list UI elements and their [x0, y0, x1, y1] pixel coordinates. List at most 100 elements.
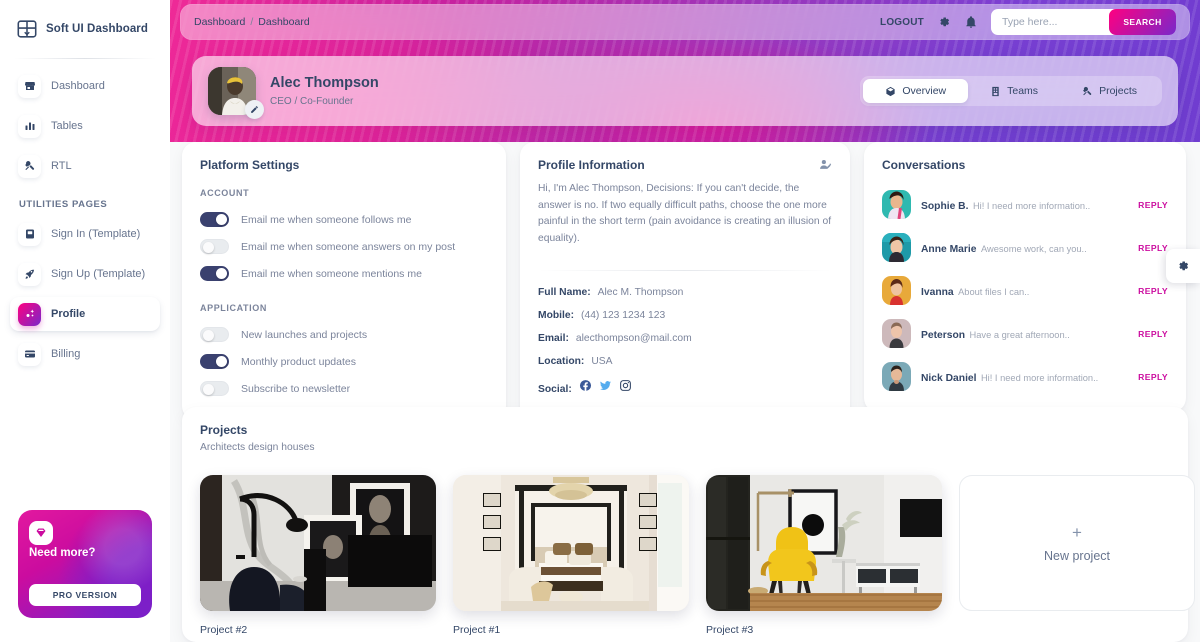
conversation-name: Nick Daniel: [921, 372, 977, 384]
sidebar-item-billing[interactable]: Billing: [10, 337, 160, 371]
reply-button[interactable]: REPLY: [1138, 243, 1168, 253]
conversation-text: Nick Daniel Hi! I need more information.…: [921, 368, 1098, 386]
avatar-sophie: [882, 190, 911, 219]
tab-overview[interactable]: Overview: [863, 79, 969, 103]
reply-button[interactable]: REPLY: [1138, 329, 1168, 339]
tab-teams[interactable]: Teams: [968, 79, 1060, 103]
toggle-monthly-updates[interactable]: [200, 354, 229, 369]
setting-row: Monthly product updates: [200, 348, 488, 375]
search-box[interactable]: SEARCH: [991, 9, 1176, 35]
list-item[interactable]: Peterson Have a great afternoon.. REPLY: [882, 312, 1168, 355]
tab-projects[interactable]: Projects: [1060, 79, 1159, 103]
avatar[interactable]: [208, 67, 264, 119]
gear-icon[interactable]: [937, 15, 951, 29]
floating-settings-button[interactable]: [1166, 249, 1200, 283]
profile-tabs: Overview Teams Projects: [860, 76, 1162, 106]
project-card[interactable]: Project #2: [200, 475, 436, 636]
conversation-text: Sophie B. Hi! I need more information..: [921, 196, 1090, 214]
pro-version-button[interactable]: PRO VERSION: [29, 584, 141, 606]
edit-user-icon[interactable]: [819, 158, 832, 171]
new-project-card[interactable]: + New project: [959, 475, 1195, 636]
sidebar-nav: Dashboard Tables RTL UTILITIES PAGES Sig…: [0, 69, 170, 371]
sidebar-item-sign-up[interactable]: Sign Up (Template): [10, 257, 160, 291]
tools-icon: [1083, 86, 1092, 95]
profile-description: Hi, I'm Alec Thompson, Decisions: If you…: [538, 183, 832, 245]
conversation-name: Sophie B.: [921, 200, 969, 212]
list-item[interactable]: Nick Daniel Hi! I need more information.…: [882, 355, 1168, 398]
topbar-actions: LOGOUT SEARCH: [880, 9, 1176, 35]
sidebar-item-profile[interactable]: Profile: [10, 297, 160, 331]
conversation-name: Ivanna: [921, 286, 954, 298]
toggle-answers-post[interactable]: [200, 239, 229, 254]
setting-row: New launches and projects: [200, 321, 488, 348]
sidebar-item-billing-label: Billing: [51, 348, 81, 360]
reply-button[interactable]: REPLY: [1138, 372, 1168, 382]
info-value: USA: [591, 355, 613, 367]
list-item[interactable]: Sophie B. Hi! I need more information.. …: [882, 183, 1168, 226]
sidebar-item-tables[interactable]: Tables: [10, 109, 160, 143]
sidebar-item-rtl-label: RTL: [51, 160, 72, 172]
conversation-name: Peterson: [921, 329, 966, 341]
diamond-icon: [29, 521, 53, 545]
plus-icon: +: [1072, 522, 1082, 542]
projects-card: Projects Architects design houses Projec…: [182, 407, 1195, 642]
toggle-follows-me[interactable]: [200, 212, 229, 227]
profile-identity: Alec Thompson CEO / Co-Founder: [270, 75, 379, 106]
toggle-newsletter[interactable]: [200, 381, 229, 396]
info-row-email: Email: alecthompson@mail.com: [538, 333, 832, 344]
project-card[interactable]: Project #3: [706, 475, 942, 636]
logout-button[interactable]: LOGOUT: [880, 17, 924, 28]
tab-overview-label: Overview: [902, 85, 947, 97]
conversation-name: Anne Marie: [921, 243, 977, 255]
projects-grid: Project #2 Project #1 Project #3 + New p…: [200, 475, 1195, 636]
facebook-icon[interactable]: [579, 379, 592, 392]
breadcrumb-parent[interactable]: Dashboard: [194, 16, 245, 28]
twitter-icon[interactable]: [599, 379, 612, 392]
toggle-monthly-updates-label: Monthly product updates: [241, 355, 356, 368]
brand-name: Soft UI Dashboard: [46, 23, 149, 35]
soft-ui-logo-icon: [17, 20, 37, 38]
toggle-mentions-me[interactable]: [200, 266, 229, 281]
sidebar-item-rtl[interactable]: RTL: [10, 149, 160, 183]
account-section-label: ACCOUNT: [200, 188, 250, 198]
new-project-button[interactable]: + New project: [959, 475, 1195, 611]
info-key: Social:: [538, 383, 572, 395]
interior-canopy-bed: [453, 475, 689, 611]
setting-row: Email me when someone answers on my post: [200, 233, 488, 260]
conversation-message: Awesome work, can you..: [980, 243, 1087, 254]
cards-row: Platform Settings ACCOUNT Email me when …: [170, 142, 1200, 427]
brand[interactable]: Soft UI Dashboard: [0, 0, 170, 54]
breadcrumb: Dashboard / Dashboard: [194, 16, 310, 28]
search-button[interactable]: SEARCH: [1109, 9, 1176, 35]
info-key: Email:: [538, 332, 569, 344]
reply-button[interactable]: REPLY: [1138, 286, 1168, 296]
sidebar-item-sign-in[interactable]: Sign In (Template): [10, 217, 160, 251]
list-item[interactable]: Ivanna About files I can.. REPLY: [882, 269, 1168, 312]
sidebar: Soft UI Dashboard Dashboard Tables RTL U…: [0, 0, 170, 642]
info-key: Location:: [538, 355, 585, 367]
setting-row: Email me when someone follows me: [200, 206, 488, 233]
sidebar-section-label: UTILITIES PAGES: [19, 199, 108, 210]
search-input[interactable]: [1002, 16, 1112, 28]
avatar-edit-badge[interactable]: [245, 100, 264, 119]
conversation-text: Ivanna About files I can..: [921, 282, 1029, 300]
tab-projects-label: Projects: [1099, 85, 1137, 97]
office-icon: [992, 86, 999, 96]
project-card[interactable]: Project #1: [453, 475, 689, 636]
bell-icon[interactable]: [964, 15, 978, 29]
platform-settings-card: Platform Settings ACCOUNT Email me when …: [182, 142, 506, 420]
info-value: (44) 123 1234 123: [581, 309, 666, 321]
toggle-new-launches[interactable]: [200, 327, 229, 342]
new-project-label: New project: [1044, 548, 1110, 563]
document-icon: [18, 222, 41, 246]
instagram-icon[interactable]: [619, 379, 632, 392]
conversation-message: Hi! I need more information..: [972, 200, 1091, 211]
reply-button[interactable]: REPLY: [1138, 200, 1168, 210]
info-key: Mobile:: [538, 309, 575, 321]
gear-icon: [1179, 261, 1189, 271]
cube-icon: [886, 86, 895, 96]
conversation-text: Anne Marie Awesome work, can you..: [921, 239, 1087, 257]
sidebar-item-dashboard[interactable]: Dashboard: [10, 69, 160, 103]
list-item[interactable]: Anne Marie Awesome work, can you.. REPLY: [882, 226, 1168, 269]
conversation-message: Have a great afternoon..: [969, 329, 1070, 340]
